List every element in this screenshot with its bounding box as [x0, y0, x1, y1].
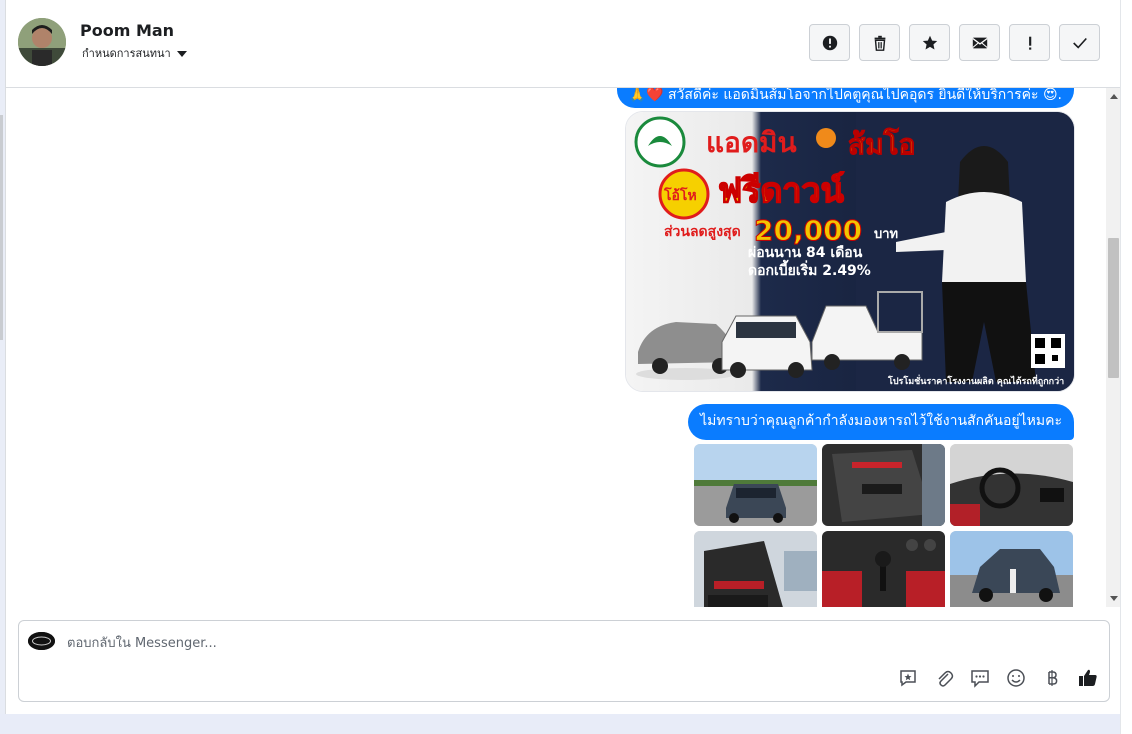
bottom-background: [0, 714, 1120, 734]
right-panel-edge: [1120, 0, 1132, 734]
question-message: ไม่ทราบว่าคุณลูกค้ากำลังมองหารถไว้ใช้งาน…: [688, 404, 1074, 440]
trash-icon: [874, 35, 885, 51]
photo-gear-shift[interactable]: [822, 531, 945, 607]
promo-installment: ผ่อนนาน 84 เดือน: [748, 245, 863, 261]
mark-unread-button[interactable]: [959, 24, 1000, 61]
message-thread[interactable]: 🙏❤️ สวัสดีค่ะ แอดมินส้มโอจากไปคตูคุณไปคอ…: [6, 88, 1106, 607]
baht-icon: [1048, 670, 1058, 686]
promo-headline: ฟรีดาวน์: [718, 171, 844, 211]
emoji-button[interactable]: [1005, 667, 1027, 689]
saved-reply-icon: [900, 670, 916, 687]
page-avatar: [28, 632, 55, 650]
alert-circle-icon: [822, 35, 837, 50]
scrollbar-thumb[interactable]: [1108, 238, 1119, 378]
report-spam-button[interactable]: [809, 24, 850, 61]
payment-button[interactable]: [1041, 667, 1063, 689]
composer-toolbar: [897, 667, 1099, 689]
promo-title-left: แอดมิน: [706, 126, 797, 159]
mark-done-button[interactable]: [1059, 24, 1100, 61]
attach-file-button[interactable]: [933, 667, 955, 689]
photo-rear-seats[interactable]: [694, 531, 817, 607]
exclamation-icon: [1028, 36, 1031, 50]
contact-name[interactable]: Poom Man: [80, 21, 174, 40]
photo-grid: [694, 444, 1073, 607]
reply-input[interactable]: [67, 633, 867, 653]
promo-title-right: ส้มโอ: [848, 127, 915, 161]
emoji-icon: [1007, 669, 1025, 687]
thumbs-up-icon: [1079, 669, 1097, 686]
assign-conversation-dropdown[interactable]: กำหนดการสนทนา: [82, 44, 187, 62]
photo-door-panel[interactable]: [822, 444, 945, 526]
greeting-message: 🙏❤️ สวัสดีค่ะ แอดมินส้มโอจากไปคตูคุณไปคอ…: [616, 88, 1074, 108]
conversation-actions: [809, 24, 1100, 61]
star-icon: [922, 35, 937, 49]
thread-scrollbar[interactable]: [1106, 88, 1121, 607]
car-white-pickup: [721, 315, 813, 378]
contact-avatar[interactable]: [18, 18, 66, 66]
like-button[interactable]: [1077, 667, 1099, 689]
scroll-down-arrow-icon[interactable]: [1110, 596, 1118, 601]
star-button[interactable]: [909, 24, 950, 61]
photo-truck-front[interactable]: [694, 444, 817, 526]
envelope-icon: [971, 37, 988, 48]
promo-discount-label: ส่วนลดสูงสุด: [664, 224, 741, 240]
assign-conversation-label: กำหนดการสนทนา: [82, 47, 171, 60]
left-panel-edge: [0, 115, 3, 340]
promo-image[interactable]: แอดมิน ส้มโอ โอ้โห ฟรีดาวน์ ส่วนลดสูงสุด…: [625, 111, 1075, 392]
check-icon: [1072, 37, 1087, 49]
saved-reply-button[interactable]: [897, 667, 919, 689]
conversation-header: Poom Man กำหนดการสนทนา: [6, 0, 1121, 88]
follow-up-button[interactable]: [1009, 24, 1050, 61]
promo-badge: โอ้โห: [663, 186, 697, 204]
delete-button[interactable]: [859, 24, 900, 61]
inbox-panel: Poom Man กำหนดการสนทนา 🙏❤️ สวัสดีค่ะ แอด…: [5, 0, 1121, 714]
reply-composer: [18, 620, 1110, 702]
chat-bubble-icon: [971, 670, 989, 688]
promo-currency: บาท: [874, 227, 898, 242]
attachment-icon: [938, 670, 954, 687]
caret-down-icon: [176, 50, 187, 57]
scroll-up-arrow-icon[interactable]: [1110, 94, 1118, 99]
quick-reply-button[interactable]: [969, 667, 991, 689]
photo-truck-rear[interactable]: [950, 531, 1073, 607]
photo-dashboard[interactable]: [950, 444, 1073, 526]
promo-discount-value: 20,000: [754, 214, 862, 247]
